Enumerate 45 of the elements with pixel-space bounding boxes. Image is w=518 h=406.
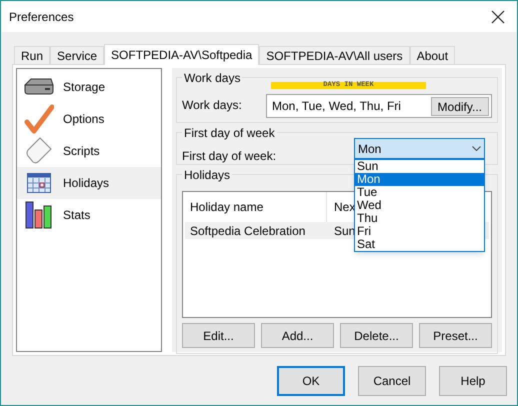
dropdown-option[interactable]: Thu (355, 212, 484, 225)
field-label: Work days: (182, 97, 243, 114)
category-label: Scripts (63, 143, 100, 160)
action-button[interactable]: Edit... (182, 323, 255, 348)
scroll-icon (24, 136, 54, 166)
category-label: Stats (63, 207, 90, 224)
category-item[interactable]: Options (17, 103, 161, 135)
table-cell-text: Softpedia Celebration (189, 222, 306, 240)
category-label: Storage (63, 79, 106, 96)
dropdown-option[interactable]: Fri (355, 225, 484, 238)
tab[interactable]: SOFTPEDIA-AV\Softpedia (104, 44, 260, 65)
checkmark-icon (24, 104, 54, 134)
dialog-button[interactable]: Help (439, 366, 507, 396)
bar-chart-icon (25, 201, 53, 229)
tab[interactable]: Run (14, 46, 50, 64)
calendar-icon (27, 173, 51, 193)
chevron-icon (472, 146, 481, 151)
dropdown-option[interactable]: Tue (355, 186, 484, 199)
work-days-field[interactable]: Mon, Tue, Wed, Thu, Fri Modify... (266, 94, 492, 118)
dropdown-option[interactable]: Mon (355, 173, 484, 186)
action-button[interactable]: Add... (261, 323, 334, 348)
tab[interactable]: Service (50, 46, 104, 64)
tab[interactable]: About (410, 46, 456, 64)
field-label: First day of week: (182, 148, 276, 164)
tab[interactable]: SOFTPEDIA-AV\All users (259, 46, 410, 64)
dialog-button[interactable]: Cancel (358, 366, 426, 396)
action-button[interactable]: Delete... (340, 323, 413, 348)
dialog-button[interactable]: OK (277, 366, 345, 396)
group-title: Holidays (182, 167, 232, 183)
dropdown-option[interactable]: Wed (355, 199, 484, 212)
category-label: Options (63, 111, 104, 128)
modify-button[interactable]: Modify... (430, 96, 489, 116)
action-button[interactable]: Preset... (419, 323, 492, 348)
category-item[interactable]: Scripts (17, 135, 161, 167)
group-title: Work days (182, 70, 242, 86)
dropdown-option[interactable]: Sun (355, 160, 484, 173)
category-item[interactable]: Stats (17, 199, 161, 231)
day-dropdown[interactable]: Mon (354, 138, 485, 159)
category-item[interactable]: Storage (17, 71, 161, 103)
close-icon[interactable] (491, 10, 505, 24)
dropdown-option[interactable]: Sat (355, 238, 484, 251)
group-title: First day of week (182, 125, 277, 141)
category-label: Holidays (63, 175, 110, 192)
category-item[interactable]: Holidays (17, 167, 161, 199)
window-title: Preferences (9, 8, 74, 26)
